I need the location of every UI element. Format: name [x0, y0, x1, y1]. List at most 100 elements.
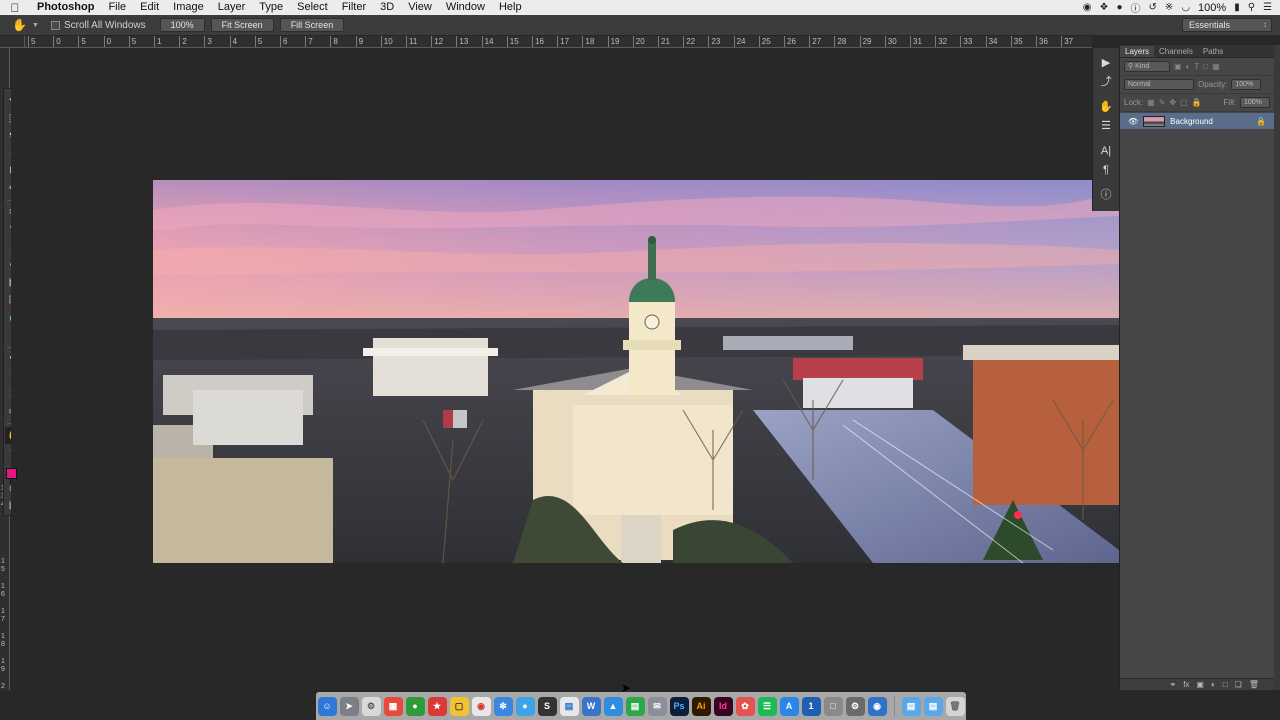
tab-layers[interactable]: Layers — [1120, 46, 1155, 57]
indesign-icon[interactable]: Id — [713, 696, 733, 716]
document-canvas[interactable] — [153, 180, 1119, 563]
scroll-all-windows-checkbox[interactable]: Scroll All Windows — [50, 20, 146, 31]
menu-help[interactable]: Help — [492, 0, 529, 15]
character-icon[interactable]: A| — [1096, 142, 1116, 160]
blend-mode-select[interactable]: Normal — [1124, 79, 1194, 90]
preview-icon[interactable]: ▤ — [559, 696, 579, 716]
layer-style-icon[interactable]: fx — [1183, 680, 1189, 689]
ruler-corner[interactable] — [0, 36, 25, 48]
lock-all-icon[interactable]: 🔒 — [1192, 98, 1202, 107]
menu-layer[interactable]: Layer — [211, 0, 253, 15]
lock-position-icon[interactable]: ✥ — [1169, 98, 1176, 107]
menu-file[interactable]: File — [101, 0, 133, 15]
lock-artboard-icon[interactable]: ▢ — [1180, 98, 1188, 107]
dropbox-icon[interactable]: ❖ — [1100, 2, 1109, 13]
adjustments-icon[interactable]: ☰ — [1096, 117, 1116, 135]
tab-channels[interactable]: Channels — [1154, 46, 1198, 57]
messages-icon[interactable]: ● — [515, 696, 535, 716]
menu-image[interactable]: Image — [166, 0, 211, 15]
photos-icon[interactable]: ✿ — [735, 696, 755, 716]
opacity-input[interactable]: 100% — [1231, 79, 1262, 90]
zoom-100-button[interactable]: 100% — [159, 18, 205, 32]
visibility-eye-icon[interactable]: 👁 — [1128, 117, 1138, 126]
adjustment-layer-icon[interactable]: ◐ — [1211, 680, 1216, 689]
tool-presets-icon[interactable]: ✋ — [1096, 98, 1116, 116]
checkbox-box[interactable] — [50, 20, 60, 30]
wunderlist-icon[interactable]: ★ — [427, 696, 447, 716]
link-layers-icon[interactable]: ⚭ — [1169, 680, 1176, 689]
bluetooth-icon[interactable]: ※ — [1165, 2, 1173, 13]
evernote-icon[interactable]: ● — [405, 696, 425, 716]
network-icon[interactable]: ◉ — [867, 696, 887, 716]
menu-3d[interactable]: 3D — [373, 0, 401, 15]
hand-tool-icon[interactable]: ✋ — [12, 18, 27, 32]
1password-icon[interactable]: 1 — [801, 696, 821, 716]
paragraph-icon[interactable]: ¶ — [1096, 161, 1116, 179]
fill-input[interactable]: 100% — [1240, 97, 1270, 108]
add-mask-icon[interactable]: ▣ — [1196, 680, 1204, 689]
illustrator-icon[interactable]: Ai — [691, 696, 711, 716]
horizontal-ruler[interactable]: 5 0 5 0 5 1 2 3 4 5 6 7 8 9 10 11 12 13 14 15 16 17 18 19 20 21 22… — [25, 36, 1092, 48]
menu-view[interactable]: View — [401, 0, 439, 15]
menu-app[interactable]: Photoshop — [30, 0, 101, 15]
new-layer-icon[interactable]: ❏ — [1235, 680, 1242, 689]
foreground-color-swatch[interactable] — [6, 467, 17, 479]
fill-screen-button[interactable]: Fill Screen — [279, 18, 345, 32]
numbers-icon[interactable]: ▤ — [625, 696, 645, 716]
photoshop-icon[interactable]: Ps — [669, 696, 689, 716]
word-icon[interactable]: W — [581, 696, 601, 716]
shape-filter-icon[interactable]: □ — [1203, 62, 1208, 71]
system-preferences-icon[interactable]: ⚙ — [845, 696, 865, 716]
time-machine-icon[interactable]: ↺ — [1149, 2, 1157, 13]
lock-pixels-icon[interactable]: ✎ — [1159, 98, 1166, 107]
delete-layer-icon[interactable]: 🗑 — [1249, 680, 1259, 689]
smart-object-filter-icon[interactable]: ▦ — [1212, 62, 1220, 71]
apple-icon[interactable]:  — [0, 1, 30, 15]
panel-scrollbar[interactable] — [1274, 45, 1280, 690]
menu-select[interactable]: Select — [290, 0, 335, 15]
spotify-icon[interactable]: ☰ — [757, 696, 777, 716]
kind-filter-select[interactable]: ⚲ Kind — [1124, 61, 1170, 72]
calendar-icon[interactable]: ▦ — [383, 696, 403, 716]
mail-icon[interactable]: ✉ — [647, 696, 667, 716]
stickies-icon[interactable]: ▢ — [449, 696, 469, 716]
menu-filter[interactable]: Filter — [335, 0, 373, 15]
layer-row-background[interactable]: 👁 Background 🔒 — [1120, 113, 1274, 129]
menu-type[interactable]: Type — [252, 0, 290, 15]
layer-lock-icon: 🔒 — [1256, 116, 1266, 126]
downloads-folder-icon[interactable]: ▤ — [923, 696, 943, 716]
finder-icon[interactable]: ☺ — [317, 696, 337, 716]
fit-screen-button[interactable]: Fit Screen — [210, 18, 274, 32]
notification-center-icon[interactable]: ☰ — [1263, 2, 1272, 13]
menu-edit[interactable]: Edit — [133, 0, 166, 15]
app-store-icon[interactable]: A — [779, 696, 799, 716]
new-group-icon[interactable]: □ — [1223, 680, 1228, 689]
system-icon[interactable]: ⚙ — [361, 696, 381, 716]
safari-icon[interactable]: ✻ — [493, 696, 513, 716]
wifi-icon[interactable]: ◡ — [1181, 2, 1190, 13]
type-filter-icon[interactable]: T — [1194, 62, 1199, 71]
evernote-icon[interactable]: ● — [1116, 2, 1122, 13]
folder-icon[interactable]: ▤ — [901, 696, 921, 716]
workspace-select[interactable]: Essentials — [1182, 18, 1272, 32]
tab-paths[interactable]: Paths — [1198, 46, 1228, 57]
keynote-icon[interactable]: ▲ — [603, 696, 623, 716]
menu-window[interactable]: Window — [439, 0, 492, 15]
ruler-tick: 37 — [1061, 36, 1074, 47]
scripts-icon[interactable]: □ — [823, 696, 843, 716]
tool-preset-caret-icon[interactable]: ▼ — [32, 22, 39, 29]
record-icon[interactable]: ◉ — [1083, 2, 1092, 13]
battery-icon[interactable]: ▮ — [1234, 2, 1240, 13]
trash-icon[interactable]: 🗑 — [945, 696, 965, 716]
info-icon[interactable]: ⓘ — [1131, 0, 1141, 15]
adjustment-filter-icon[interactable]: ◐ — [1186, 62, 1191, 71]
lock-transparent-icon[interactable]: ▦ — [1147, 98, 1155, 107]
pixel-filter-icon[interactable]: ▣ — [1174, 62, 1182, 71]
spotlight-icon[interactable]: ⚲ — [1248, 2, 1255, 13]
skype-icon[interactable]: S — [537, 696, 557, 716]
history-icon[interactable]: ⤴ — [1096, 73, 1116, 91]
chrome-icon[interactable]: ◉ — [471, 696, 491, 716]
launchpad-icon[interactable]: ➤ — [339, 696, 359, 716]
info-icon[interactable]: ⓘ — [1096, 186, 1116, 204]
play-actions-icon[interactable]: ▶ — [1096, 54, 1116, 72]
